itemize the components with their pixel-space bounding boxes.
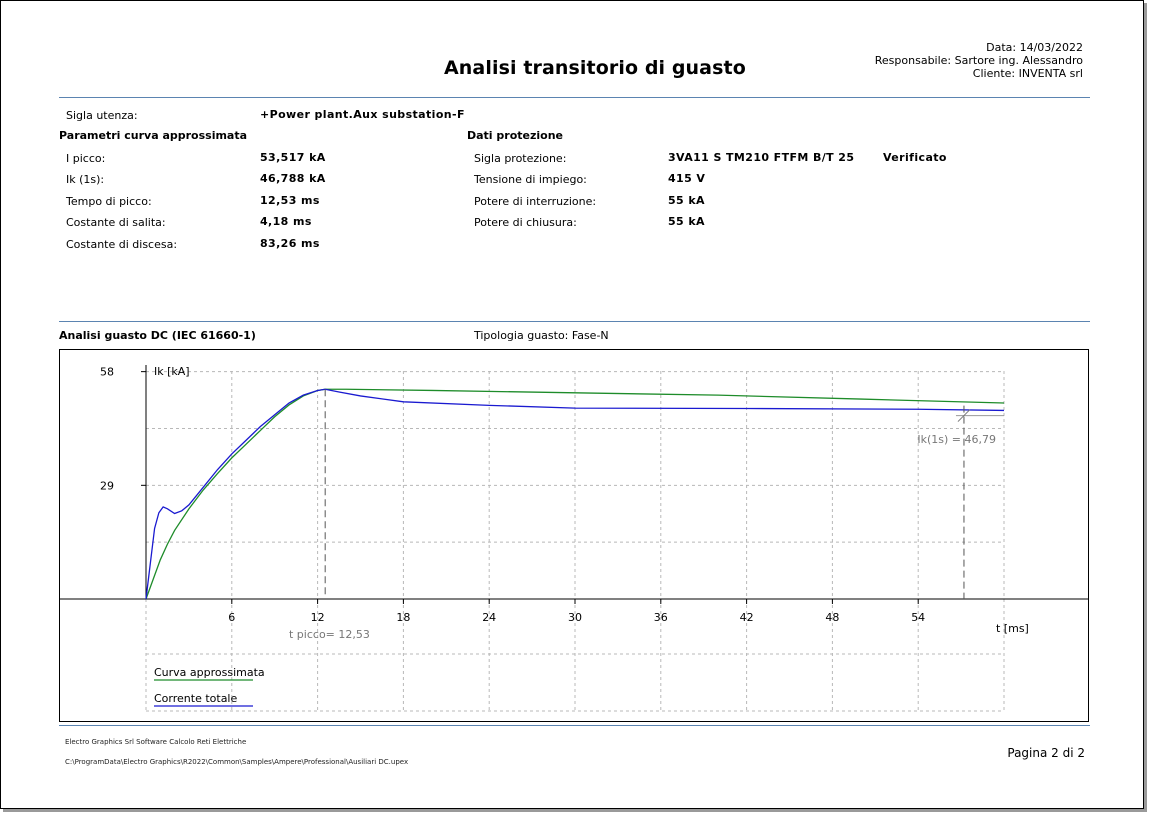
x-tick-label: 48: [825, 611, 839, 624]
utenza-label: Sigla utenza:: [66, 109, 138, 122]
footer-company: Electro Graphics Srl Software Calcolo Re…: [65, 738, 247, 746]
y-axis-label: Ik [kA]: [154, 365, 190, 378]
param-value: 12,53 ms: [260, 194, 320, 207]
x-tick-label: 54: [911, 611, 925, 624]
protection-value: 3VA11 S TM210 FTFM B/T 25: [668, 151, 855, 164]
param-label: Costante di discesa:: [66, 238, 178, 251]
fault-type: Tipologia guasto: Fase-N: [474, 329, 609, 342]
param-value: 53,517 kA: [260, 151, 326, 164]
x-tick-label: 18: [396, 611, 410, 624]
param-label: Costante di salita:: [66, 216, 166, 229]
ik1s-annotation: Ik(1s) = 46,79: [917, 433, 996, 446]
param-value: 4,18 ms: [260, 215, 312, 228]
y-tick-label: 58: [100, 366, 114, 379]
x-axis-label: t [ms]: [996, 622, 1029, 635]
footer-divider: [59, 725, 1090, 726]
param-label: Ik (1s):: [66, 173, 105, 186]
x-tick-label: 6: [228, 611, 235, 624]
header-divider: [59, 97, 1090, 98]
footer-file-path: C:\ProgramData\Electro Graphics\R2022\Co…: [65, 758, 409, 766]
report-date: Data: 14/03/2022: [986, 41, 1083, 54]
protection-value: 415 V: [668, 172, 706, 185]
protection-label: Sigla protezione:: [474, 152, 567, 165]
legend-label: Curva approssimata: [154, 666, 265, 679]
report-client: Cliente: INVENTA srl: [972, 67, 1083, 80]
x-tick-label: 42: [740, 611, 754, 624]
utenza-value: +Power plant.Aux substation-F: [260, 108, 465, 121]
y-tick-label: 29: [100, 479, 114, 492]
x-tick-label: 12: [311, 611, 325, 624]
param-label: Tempo di picco:: [66, 195, 152, 208]
protection-heading: Dati protezione: [467, 129, 564, 142]
param-value: 83,26 ms: [260, 237, 320, 250]
x-tick-label: 36: [654, 611, 668, 624]
analysis-divider: [59, 321, 1090, 322]
curve-params-heading: Parametri curva approssimata: [59, 129, 248, 142]
x-tick-label: 24: [482, 611, 496, 624]
param-label: I picco:: [66, 152, 106, 165]
page-number: Pagina 2 di 2: [1007, 746, 1085, 760]
peak-time-annotation: t picco= 12,53: [289, 628, 370, 641]
fault-transient-chart: 58 29 Ik [kA] 6 12 18 24 30 36 42 48 54 t [ms] t picc…: [59, 349, 1089, 722]
protection-label: Tensione di impiego:: [474, 173, 587, 186]
protection-label: Potere di chiusura:: [474, 216, 577, 229]
report-page: Analisi transitorio di guasto Data: 14/0…: [0, 0, 1144, 809]
param-value: 46,788 kA: [260, 172, 326, 185]
report-title: Analisi transitorio di guasto: [444, 57, 746, 79]
verification-status: Verificato: [883, 151, 947, 164]
protection-value: 55 kA: [668, 194, 705, 207]
analysis-title: Analisi guasto DC (IEC 61660-1): [59, 329, 256, 342]
protection-value: 55 kA: [668, 215, 705, 228]
x-tick-label: 30: [568, 611, 582, 624]
legend-label: Corrente totale: [154, 692, 237, 705]
protection-label: Potere di interruzione:: [474, 195, 597, 208]
report-responsible: Responsabile: Sartore ing. Alessandro: [874, 54, 1083, 67]
